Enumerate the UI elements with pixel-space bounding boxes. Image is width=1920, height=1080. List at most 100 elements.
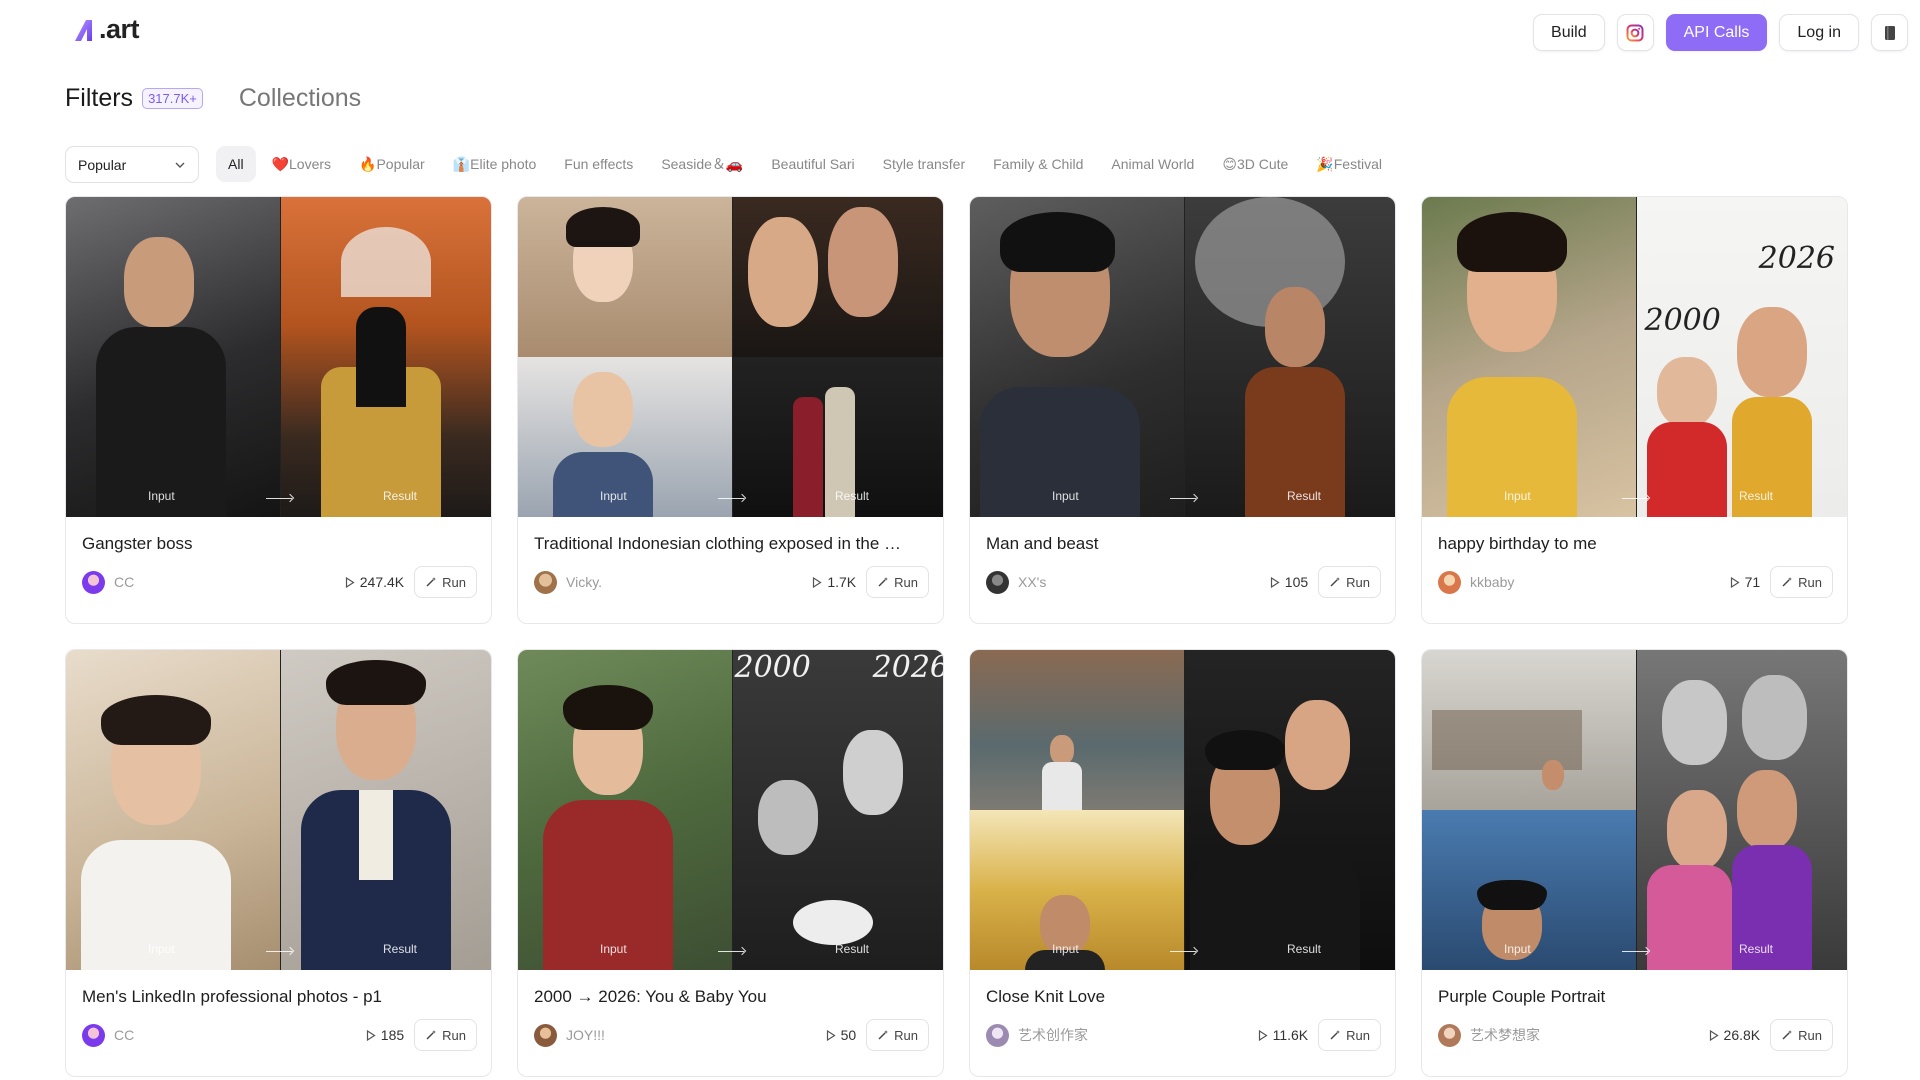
card-thumbnail[interactable]: Input Result (66, 197, 491, 517)
card-title[interactable]: Man and beast (986, 534, 1378, 554)
card-meta: CC 185 Run (82, 1019, 477, 1051)
magic-wand-icon (1782, 577, 1793, 587)
run-button[interactable]: Run (866, 1019, 929, 1051)
author-name[interactable]: kkbaby (1470, 574, 1730, 590)
author-name[interactable]: 艺术梦想家 (1470, 1025, 1709, 1045)
card-title[interactable]: Purple Couple Portrait (1438, 987, 1830, 1007)
input-image (66, 650, 280, 970)
chip-festival[interactable]: 🎉Festival (1304, 146, 1394, 182)
chip-beautiful-sari[interactable]: Beautiful Sari (759, 146, 866, 182)
filter-card[interactable]: Input Result Men's LinkedIn professional… (65, 649, 492, 1077)
run-button-label: Run (1346, 1027, 1370, 1043)
filter-card[interactable]: 2026 2000 Input Result happy birthday to… (1421, 196, 1848, 624)
build-button[interactable]: Build (1533, 14, 1605, 51)
instagram-icon (1626, 24, 1644, 41)
category-chips: All ❤️Lovers 🔥Popular 👔Elite photo Fun e… (216, 146, 1394, 182)
chip-popular[interactable]: 🔥Popular (347, 146, 437, 182)
result-image (279, 197, 491, 517)
magic-wand-icon (1330, 577, 1341, 587)
filter-card[interactable]: Input Result Close Knit Love 艺术创作家 11.6K… (969, 649, 1396, 1077)
author-name[interactable]: CC (114, 574, 345, 590)
card-thumbnail[interactable]: 2026 2000 Input Result (1422, 197, 1847, 517)
filters-count-badge: 317.7K+ (142, 88, 203, 109)
filter-card-grid: Input Result Gangster boss CC 247.4K Run (65, 196, 1848, 1077)
run-button-label: Run (1798, 574, 1822, 590)
run-button-label: Run (442, 1027, 466, 1043)
run-count: 1.7K (812, 574, 856, 590)
author-name[interactable]: JOY!!! (566, 1027, 826, 1043)
chip-style-transfer[interactable]: Style transfer (871, 146, 977, 182)
card-thumbnail[interactable]: 2000 2026 Input Result (518, 650, 943, 970)
avatar[interactable] (82, 1023, 105, 1047)
filter-card[interactable]: Input Result Gangster boss CC 247.4K Run (65, 196, 492, 624)
card-thumbnail[interactable]: Input Result (970, 650, 1395, 970)
chip-lovers[interactable]: ❤️Lovers (260, 146, 343, 182)
run-button[interactable]: Run (414, 1019, 477, 1051)
sort-select-value: Popular (78, 156, 127, 173)
chip-fun-effects[interactable]: Fun effects (552, 146, 645, 182)
filter-card[interactable]: Input Result Man and beast XX's 105 Run (969, 196, 1396, 624)
card-thumbnail[interactable]: Input Result (1422, 650, 1847, 970)
card-thumbnail[interactable]: Input Result (970, 197, 1395, 517)
run-count-value: 1.7K (827, 574, 857, 590)
chip-family-child[interactable]: Family & Child (981, 146, 1095, 182)
avatar[interactable] (1438, 570, 1461, 594)
avatar[interactable] (986, 570, 1009, 594)
arrow-right-icon (1169, 945, 1198, 957)
filter-card[interactable]: Input Result Purple Couple Portrait 艺术梦想… (1421, 649, 1848, 1077)
card-thumbnail[interactable]: Input Result (518, 197, 943, 517)
card-title[interactable]: Traditional Indonesian clothing exposed … (534, 534, 926, 554)
chip-3d-cute[interactable]: 😊3D Cute (1210, 146, 1300, 182)
avatar[interactable] (534, 1023, 557, 1047)
play-icon (1258, 1029, 1268, 1041)
run-count-value: 11.6K (1272, 1027, 1309, 1043)
author-name[interactable]: Vicky. (566, 574, 812, 590)
play-icon (1730, 576, 1740, 588)
avatar[interactable] (1438, 1023, 1461, 1047)
api-calls-button[interactable]: API Calls (1665, 14, 1768, 51)
input-image (1422, 197, 1636, 517)
avatar[interactable] (534, 570, 557, 594)
card-title[interactable]: Men's LinkedIn professional photos - p1 (82, 987, 474, 1007)
run-button[interactable]: Run (414, 566, 477, 598)
logo[interactable]: .art (73, 14, 140, 45)
menu-button[interactable] (1871, 14, 1908, 51)
login-button[interactable]: Log in (1779, 14, 1859, 51)
input-label: Input (148, 942, 175, 956)
chip-all[interactable]: All (216, 146, 256, 182)
chip-elite-photo[interactable]: 👔Elite photo (441, 146, 549, 182)
card-title[interactable]: Close Knit Love (986, 987, 1378, 1007)
card-meta: 艺术创作家 11.6K Run (986, 1019, 1381, 1051)
sort-select[interactable]: Popular (65, 146, 199, 183)
run-button-label: Run (1346, 574, 1370, 590)
run-button[interactable]: Run (1770, 566, 1833, 598)
filter-card[interactable]: 2000 2026 Input Result 2000 → 2026: You … (517, 649, 944, 1077)
avatar[interactable] (82, 570, 105, 594)
tab-collections[interactable]: Collections (239, 84, 361, 113)
run-count: 71 (1730, 574, 1760, 590)
card-thumbnail[interactable]: Input Result (66, 650, 491, 970)
result-image (731, 197, 943, 517)
card-title[interactable]: 2000 → 2026: You & Baby You (534, 987, 926, 1007)
avatar[interactable] (986, 1023, 1009, 1047)
result-image (279, 650, 491, 970)
author-name[interactable]: CC (114, 1027, 366, 1043)
run-button[interactable]: Run (1770, 1019, 1833, 1051)
input-label: Input (148, 489, 175, 503)
card-title[interactable]: Gangster boss (82, 534, 474, 554)
author-name[interactable]: 艺术创作家 (1018, 1025, 1258, 1045)
arrow-right-icon (265, 492, 294, 504)
run-button[interactable]: Run (1318, 566, 1381, 598)
chip-seaside[interactable]: Seaside＆🚗 (649, 146, 755, 182)
tab-filters[interactable]: Filters (65, 84, 133, 113)
author-name[interactable]: XX's (1018, 574, 1270, 590)
card-title[interactable]: happy birthday to me (1438, 534, 1830, 554)
chip-animal-world[interactable]: Animal World (1099, 146, 1206, 182)
filter-card[interactable]: Input Result Traditional Indonesian clot… (517, 196, 944, 624)
run-button[interactable]: Run (1318, 1019, 1381, 1051)
run-count-value: 185 (380, 1027, 405, 1043)
result-label: Result (382, 489, 417, 503)
run-button[interactable]: Run (866, 566, 929, 598)
instagram-button[interactable] (1616, 14, 1654, 51)
input-label: Input (1504, 489, 1531, 503)
